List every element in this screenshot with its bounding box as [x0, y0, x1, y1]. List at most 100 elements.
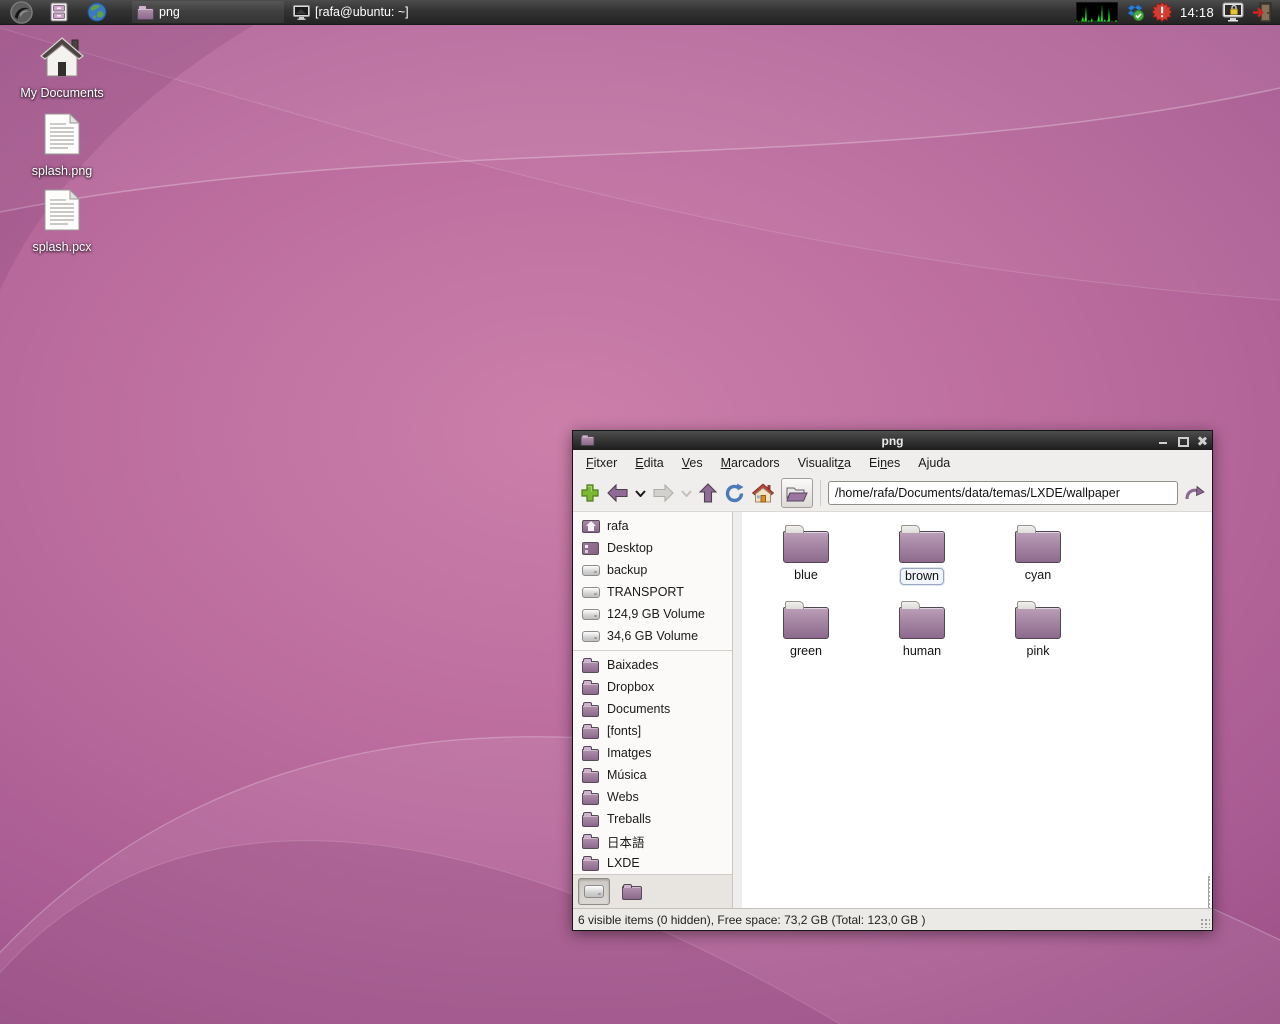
pane-splitter[interactable] [733, 512, 1210, 928]
bookmark-label: Webs [607, 790, 639, 804]
file-tile-cyan[interactable]: cyan [980, 524, 1096, 600]
place-volume-1249[interactable]: 124,9 GB Volume [573, 603, 732, 625]
menu-edita[interactable]: Edita [626, 453, 673, 473]
monitor-icon [293, 4, 310, 20]
file-tile-human[interactable]: human [864, 600, 980, 676]
drive-icon [584, 885, 604, 898]
folder-icon [582, 812, 599, 827]
bookmark-musica[interactable]: Música [573, 764, 732, 786]
bookmark-lxde[interactable]: LXDE [573, 852, 732, 874]
home-button[interactable] [752, 483, 774, 503]
task-button-png[interactable]: png [132, 1, 284, 23]
side-pane-mode-switch [573, 874, 732, 908]
bookmark-fonts[interactable]: [fonts] [573, 720, 732, 742]
system-tray: 14:18 [1075, 2, 1280, 23]
tree-view-toggle[interactable] [616, 878, 648, 905]
clock[interactable]: 14:18 [1180, 5, 1214, 20]
desktop-icon-label: My Documents [20, 86, 104, 100]
web-browser-launcher-icon[interactable] [84, 1, 110, 23]
place-label: TRANSPORT [607, 585, 684, 599]
bookmark-baixades[interactable]: Baixades [573, 654, 732, 676]
up-arrow-icon [699, 483, 717, 503]
file-tile-green[interactable]: green [748, 600, 864, 676]
task-button-terminal[interactable]: [rafa@ubuntu: ~] [288, 1, 440, 23]
bookmark-label: Dropbox [607, 680, 655, 694]
place-volume-346[interactable]: 34,6 GB Volume [573, 625, 732, 647]
desktop-icon [582, 541, 599, 555]
file-manager-launcher-icon[interactable] [46, 1, 72, 23]
task-label: png [159, 5, 180, 19]
jump-to-button[interactable] [1185, 484, 1205, 503]
side-pane-folder-button[interactable] [781, 478, 813, 508]
lock-screen-icon[interactable] [1222, 2, 1244, 22]
bookmark-label: Baixades [607, 658, 659, 672]
plus-icon [581, 484, 599, 502]
bookmark-imatges[interactable]: Imatges [573, 742, 732, 764]
bookmark-treballs[interactable]: Treballs [573, 808, 732, 830]
folder-icon [582, 768, 599, 783]
menu-eines[interactable]: Eines [860, 453, 909, 473]
back-button[interactable] [607, 484, 628, 502]
file-tile-brown[interactable]: brown [864, 524, 980, 600]
folder-icon [137, 5, 154, 20]
back-arrow-icon [607, 484, 628, 502]
back-history-dropdown[interactable] [635, 489, 646, 497]
maximize-button[interactable] [1178, 436, 1189, 447]
desktop-icon-splash-png[interactable]: splash.png [16, 112, 108, 178]
folder-icon [582, 856, 599, 871]
chevron-down-icon [681, 489, 692, 497]
menu-logo-icon[interactable] [8, 0, 34, 24]
place-label: 34,6 GB Volume [607, 629, 699, 643]
place-transport[interactable]: TRANSPORT [573, 581, 732, 603]
cpu-monitor-icon[interactable] [1075, 2, 1118, 22]
home-folder-icon [581, 519, 600, 533]
folder-icon [1015, 601, 1061, 639]
menu-ajuda[interactable]: Ajuda [909, 453, 959, 473]
folder-icon [783, 601, 829, 639]
desktop-icon-my-documents[interactable]: My Documents [16, 36, 108, 100]
menu-fitxer[interactable]: Fitxer [577, 453, 626, 473]
file-tile-pink[interactable]: pink [980, 600, 1096, 676]
new-tab-button[interactable] [580, 483, 600, 503]
update-alert-icon[interactable] [1151, 2, 1172, 22]
menu-visualitza[interactable]: Visualitza [789, 453, 860, 473]
bookmark-dropbox[interactable]: Dropbox [573, 676, 732, 698]
window-controls [1159, 436, 1206, 447]
resize-grip[interactable] [1200, 918, 1210, 928]
up-button[interactable] [699, 483, 717, 503]
toolbar [573, 475, 1212, 512]
folder-icon [582, 724, 599, 739]
bookmark-label: Imatges [607, 746, 652, 760]
refresh-button[interactable] [724, 483, 745, 504]
folder-icon [582, 658, 599, 673]
refresh-icon [725, 483, 744, 502]
open-folder-icon [786, 487, 808, 501]
folder-icon [1015, 525, 1061, 563]
path-input[interactable] [828, 481, 1178, 505]
minimize-button[interactable] [1159, 436, 1168, 445]
folder-icon [582, 834, 599, 849]
drive-icon [581, 586, 600, 598]
bookmark-japanese[interactable]: 日本語 [573, 830, 732, 852]
logout-icon[interactable] [1252, 2, 1272, 23]
place-rafa[interactable]: rafa [573, 515, 732, 537]
forward-history-dropdown[interactable] [681, 489, 692, 497]
forward-button[interactable] [653, 484, 674, 502]
file-label-selected[interactable]: brown [899, 568, 945, 585]
desktop-icon-splash-pcx[interactable]: splash.pcx [16, 188, 108, 254]
menu-ves[interactable]: Ves [673, 453, 712, 473]
menu-marcadors[interactable]: Marcadors [712, 453, 789, 473]
place-backup[interactable]: backup [573, 559, 732, 581]
menubar: Fitxer Edita Ves Marcadors Visualitza Ei… [573, 450, 1212, 475]
file-manager-window: png Fitxer Edita Ves Marcadors Visualitz… [572, 430, 1213, 931]
bookmark-webs[interactable]: Webs [573, 786, 732, 808]
file-tile-blue[interactable]: blue [748, 524, 864, 600]
bookmark-documents[interactable]: Documents [573, 698, 732, 720]
places-view-toggle[interactable] [578, 878, 610, 905]
dropbox-tray-icon[interactable] [1126, 3, 1144, 21]
titlebar[interactable]: png [573, 431, 1212, 450]
close-button[interactable] [1197, 436, 1206, 445]
place-desktop[interactable]: Desktop [573, 537, 732, 559]
document-icon [44, 188, 81, 231]
files-view[interactable]: blue brown cyan green human pink [742, 512, 1212, 908]
